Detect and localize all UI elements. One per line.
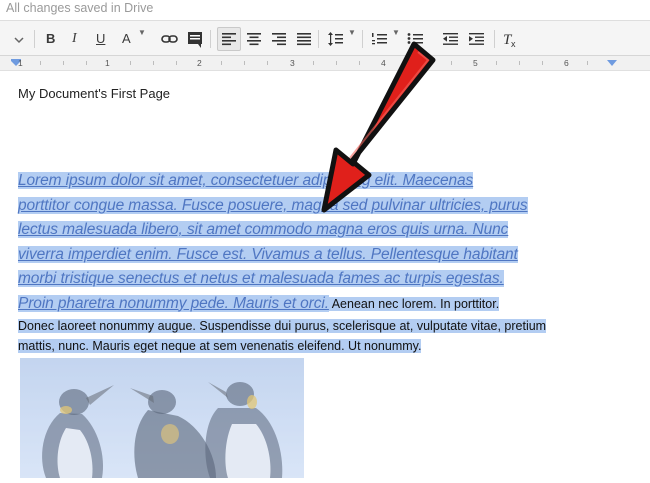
ruler-number: 1: [105, 58, 110, 68]
align-justify-icon[interactable]: [293, 27, 315, 51]
svg-text:x: x: [511, 39, 516, 49]
link-icon[interactable]: [160, 27, 180, 51]
selected-text-line[interactable]: mattis, nunc. Mauris eget neque at sem v…: [18, 339, 422, 353]
toolbar-divider: [34, 30, 35, 48]
formatting-toolbar: B I U A ▼ ▼ ▼ Tx: [0, 20, 650, 56]
line-spacing-icon[interactable]: [324, 27, 346, 51]
comment-icon[interactable]: [186, 27, 204, 51]
decrease-indent-icon[interactable]: [440, 27, 462, 51]
clear-formatting-icon[interactable]: Tx: [500, 27, 522, 51]
increase-indent-icon[interactable]: [466, 27, 488, 51]
ruler-number: 6: [564, 58, 569, 68]
ruler[interactable]: 1 1 2 3 4 5 6: [0, 56, 650, 71]
text-color-button[interactable]: A: [122, 27, 134, 51]
chevron-down-icon[interactable]: ▼: [348, 28, 356, 37]
bold-button[interactable]: B: [46, 27, 58, 51]
selected-text-line[interactable]: viverra imperdiet enim. Fusce est. Vivam…: [18, 245, 518, 263]
toolbar-divider: [362, 30, 363, 48]
penguins-image[interactable]: [20, 358, 304, 478]
selected-text-line[interactable]: lectus malesuada libero, sit amet commod…: [18, 221, 508, 238]
align-left-icon[interactable]: [217, 27, 241, 51]
selected-text-line[interactable]: Lorem ipsum dolor sit amet, consectetuer…: [18, 172, 473, 189]
align-center-icon[interactable]: [243, 27, 265, 51]
selected-text-line[interactable]: Aenean nec lorem. In porttitor.: [328, 296, 500, 311]
selected-text-line[interactable]: morbi tristique senectus et netus et mal…: [18, 270, 504, 287]
numbered-list-icon[interactable]: [368, 27, 390, 51]
italic-button[interactable]: I: [72, 27, 84, 51]
selected-text-line[interactable]: Proin pharetra nonummy pede. Mauris et o…: [18, 294, 329, 312]
right-indent-marker-icon[interactable]: [606, 58, 618, 68]
document-heading[interactable]: My Document's First Page: [18, 86, 170, 101]
ruler-number: 3: [290, 58, 295, 68]
chevron-down-icon[interactable]: [12, 27, 26, 51]
ruler-number: 1: [18, 58, 23, 68]
chevron-down-icon[interactable]: ▼: [138, 28, 146, 37]
toolbar-divider: [210, 30, 211, 48]
ruler-number: 2: [197, 58, 202, 68]
selected-paragraph[interactable]: Lorem ipsum dolor sit amet, consectetuer…: [18, 169, 620, 356]
underline-button[interactable]: U: [96, 27, 108, 51]
selected-text-line[interactable]: porttitor congue massa. Fusce posuere, m…: [18, 196, 528, 214]
save-status: All changes saved in Drive: [6, 1, 154, 15]
toolbar-divider: [318, 30, 319, 48]
bulleted-list-icon[interactable]: [404, 27, 426, 51]
chevron-down-icon[interactable]: ▼: [392, 28, 400, 37]
align-right-icon[interactable]: [268, 27, 290, 51]
ruler-number: 4: [381, 58, 386, 68]
toolbar-divider: [494, 30, 495, 48]
selected-text-line[interactable]: Donec laoreet nonummy augue. Suspendisse…: [18, 319, 547, 333]
ruler-number: 5: [473, 58, 478, 68]
